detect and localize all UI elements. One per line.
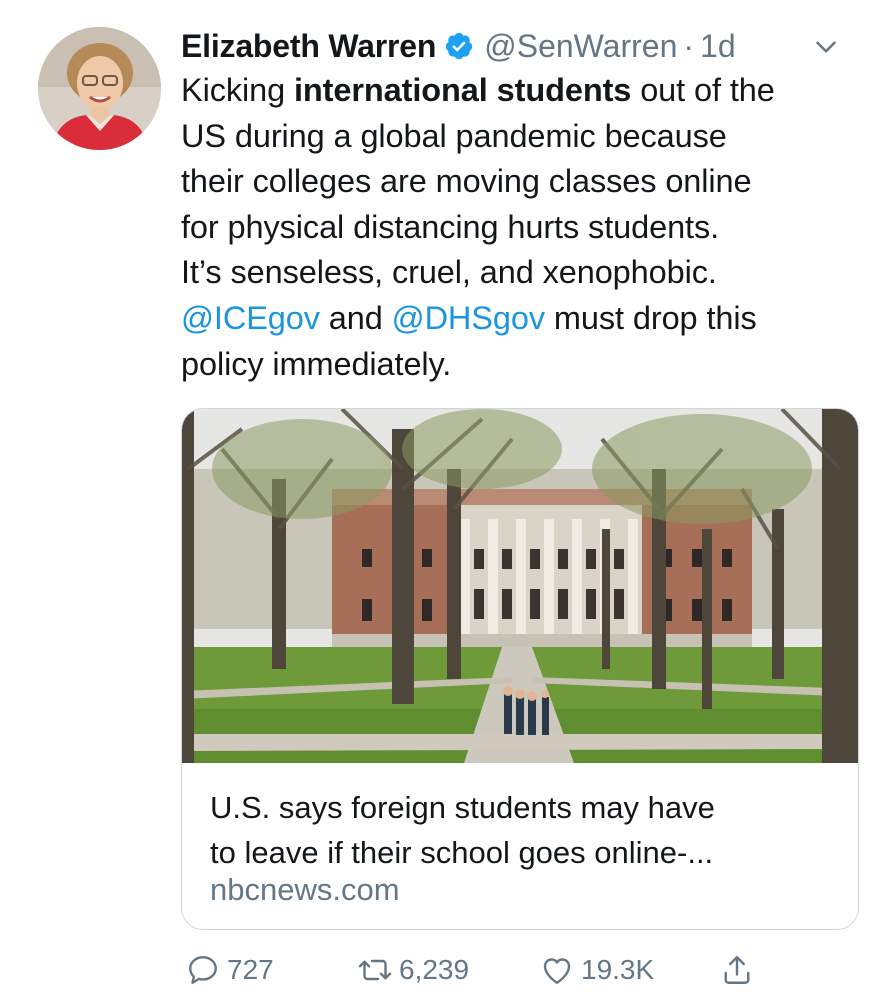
retweet-icon (358, 959, 392, 981)
like-button[interactable]: 19.3K (539, 948, 654, 992)
reply-button[interactable]: 727 (185, 948, 274, 992)
tweet-text-line: for physical distancing hurts students. (181, 208, 720, 245)
avatar-image (38, 27, 161, 150)
card-domain[interactable]: nbcnews.com (210, 872, 400, 908)
retweet-count: 6,239 (399, 954, 470, 985)
card-title-line: U.S. says foreign students may have (210, 790, 715, 825)
retweet-button[interactable]: 6,239 (357, 948, 469, 992)
tweet-text-line: Kicking international students out of th… (181, 72, 775, 108)
card-image[interactable] (182, 409, 858, 763)
author-name[interactable]: Elizabeth Warren (181, 28, 436, 65)
tweet-text-line: It’s senseless, cruel, and xenophobic. (181, 254, 717, 291)
mention-dhsgov[interactable]: @DHSgov (392, 300, 545, 336)
verified-badge-icon (444, 31, 474, 61)
mention-icegov[interactable]: @ICEgov (181, 300, 320, 336)
tweet-header: Elizabeth Warren @SenWarren · 1d (181, 24, 871, 68)
tweet-actions: 727 6,239 19.3K (181, 948, 871, 992)
tweet-text-line: their colleges are moving classes online (181, 163, 752, 200)
heart-icon (543, 958, 571, 984)
card-title-line: to leave if their school goes online-... (210, 835, 714, 870)
share-icon (724, 956, 750, 984)
avatar[interactable] (38, 27, 161, 150)
tweet-text-line: policy immediately. (181, 345, 452, 382)
like-count: 19.3K (581, 954, 655, 985)
campus-photo (182, 409, 858, 763)
chevron-down-icon[interactable] (809, 30, 843, 64)
tweet-text-line: US during a global pandemic because (181, 117, 727, 154)
reply-count: 727 (227, 954, 274, 985)
header-separator: · (683, 27, 695, 64)
link-preview-card[interactable]: U.S. says foreign students may have to l… (181, 408, 859, 930)
tweet-text-line: @ICEgov and @DHSgov must drop this (181, 299, 757, 336)
tweet-timestamp[interactable]: 1d (700, 28, 736, 65)
tweet[interactable]: Elizabeth Warren @SenWarren · 1d Kicking… (0, 0, 896, 1000)
share-button[interactable] (719, 948, 761, 992)
author-handle[interactable]: @SenWarren (484, 28, 677, 65)
bold-phrase: international students (294, 72, 632, 108)
card-title[interactable]: U.S. says foreign students may have to l… (210, 785, 840, 875)
tweet-text: Kicking international students out of th… (181, 68, 871, 387)
reply-icon (189, 956, 217, 984)
